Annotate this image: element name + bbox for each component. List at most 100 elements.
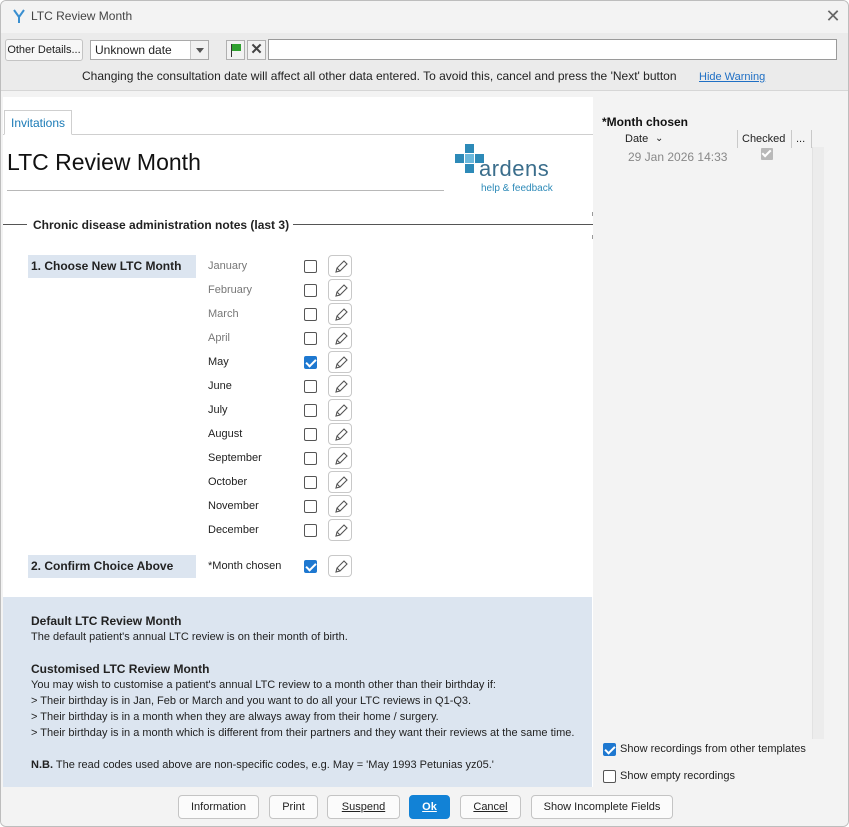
other-details-button[interactable]: Other Details... — [5, 39, 83, 61]
cancel-button[interactable]: Cancel — [460, 795, 521, 819]
month-checkbox[interactable] — [304, 308, 317, 321]
logo-wordmark: ardens — [479, 156, 550, 181]
pencil-icon — [335, 524, 348, 537]
green-flag-icon — [232, 44, 241, 51]
consultation-toolbar: Other Details... Unknown date ✕ Changing… — [1, 33, 848, 91]
show-empty-label[interactable]: Show empty recordings — [620, 770, 735, 782]
month-checkbox[interactable] — [304, 428, 317, 441]
column-header-more[interactable]: ... — [796, 133, 805, 145]
month-edit-button[interactable] — [328, 327, 352, 349]
suspend-button[interactable]: Suspend — [327, 795, 400, 819]
default-text: The default patient's annual LTC review … — [31, 631, 348, 643]
scroll-marker — [592, 212, 593, 216]
column-header-checked[interactable]: Checked — [742, 133, 785, 145]
month-edit-button[interactable] — [328, 351, 352, 373]
custom-intro: You may wish to customise a patient's an… — [31, 679, 496, 691]
pencil-icon — [335, 284, 348, 297]
pencil-icon — [335, 452, 348, 465]
information-button[interactable]: Information — [178, 795, 259, 819]
month-chosen-label: *Month chosen — [208, 560, 282, 572]
dialog-window: LTC Review Month ✕ Other Details... Unkn… — [0, 0, 849, 827]
month-checkbox[interactable] — [304, 524, 317, 537]
month-chosen-checkbox[interactable] — [304, 560, 317, 573]
hide-warning-link[interactable]: Hide Warning — [699, 71, 765, 83]
month-label: January — [208, 260, 248, 272]
month-checkbox[interactable] — [304, 404, 317, 417]
month-edit-button[interactable] — [328, 447, 352, 469]
show-incomplete-fields-button[interactable]: Show Incomplete Fields — [531, 795, 673, 819]
pencil-icon — [335, 308, 348, 321]
month-label: November — [208, 500, 259, 512]
tab-invitations[interactable]: Invitations — [4, 110, 72, 135]
section-title: Chronic disease administration notes (la… — [33, 218, 290, 232]
custom-bullet: > Their birthday is in Jan, Feb or March… — [31, 695, 472, 707]
month-label: July — [208, 404, 228, 416]
recording-checked-indicator — [761, 148, 773, 160]
pencil-icon — [335, 500, 348, 513]
month-label: June — [208, 380, 232, 392]
recordings-scrollbar[interactable] — [812, 147, 824, 739]
show-other-templates-label[interactable]: Show recordings from other templates — [620, 743, 806, 755]
title-bar: LTC Review Month ✕ — [1, 1, 848, 33]
pencil-icon — [335, 428, 348, 441]
month-checkbox[interactable] — [304, 260, 317, 273]
month-edit-button[interactable] — [328, 399, 352, 421]
pencil-icon — [335, 404, 348, 417]
nb-text: The read codes used above are non-specif… — [55, 759, 494, 771]
month-edit-button[interactable] — [328, 375, 352, 397]
custom-bullet: > Their birthday is in a month when they… — [31, 711, 439, 723]
ardens-logo[interactable]: ardens help & feedback — [455, 142, 565, 194]
month-label: March — [208, 308, 239, 320]
month-edit-button[interactable] — [328, 255, 352, 277]
consultation-date-select[interactable]: Unknown date — [90, 40, 209, 60]
flag-button[interactable] — [226, 40, 245, 60]
custom-heading: Customised LTC Review Month — [31, 662, 210, 676]
column-divider — [811, 130, 812, 148]
tab-strip: Invitations — [3, 110, 593, 135]
month-checkbox[interactable] — [304, 284, 317, 297]
print-button[interactable]: Print — [269, 795, 318, 819]
help-feedback-link[interactable]: help & feedback — [481, 183, 553, 194]
month-edit-button[interactable] — [328, 303, 352, 325]
recording-date: 29 Jan 2026 14:33 — [628, 150, 728, 164]
pencil-icon — [335, 380, 348, 393]
month-label: December — [208, 524, 259, 536]
month-edit-button[interactable] — [328, 423, 352, 445]
ok-button[interactable]: Ok — [409, 795, 450, 819]
month-edit-button[interactable] — [328, 519, 352, 541]
section-rule-left — [3, 224, 27, 225]
info-panel: Default LTC Review Month The default pat… — [3, 597, 592, 787]
close-window-button[interactable]: ✕ — [823, 7, 843, 27]
consultation-text-field[interactable] — [268, 39, 837, 60]
step-confirm-choice-label: 2. Confirm Choice Above — [28, 555, 196, 578]
nb-label: N.B. — [31, 759, 53, 771]
custom-bullet: > Their birthday is in a month which is … — [31, 727, 575, 739]
month-checkbox[interactable] — [304, 476, 317, 489]
show-empty-checkbox[interactable] — [603, 770, 616, 783]
month-checkbox[interactable] — [304, 356, 317, 369]
sort-chevron-down-icon[interactable]: ⌄ — [655, 133, 663, 144]
template-form-panel: Invitations LTC Review Month ardens help… — [3, 97, 593, 787]
month-label: May — [208, 356, 229, 368]
month-edit-button[interactable] — [328, 495, 352, 517]
month-checkbox[interactable] — [304, 452, 317, 465]
column-divider — [737, 130, 738, 148]
chevron-down-icon[interactable] — [190, 41, 208, 59]
month-checkbox[interactable] — [304, 332, 317, 345]
month-checkbox[interactable] — [304, 380, 317, 393]
dialog-button-bar: Information Print Suspend Ok Cancel Show… — [1, 787, 848, 826]
month-edit-button[interactable] — [328, 279, 352, 301]
month-checkbox[interactable] — [304, 500, 317, 513]
clear-date-button[interactable]: ✕ — [247, 40, 266, 60]
month-chosen-edit-button[interactable] — [328, 555, 352, 577]
column-header-date[interactable]: Date — [625, 133, 648, 145]
month-edit-button[interactable] — [328, 471, 352, 493]
pencil-icon — [335, 476, 348, 489]
month-label: February — [208, 284, 253, 296]
month-label: October — [208, 476, 248, 488]
pencil-icon — [335, 356, 348, 369]
nb-note: N.B. The read codes used above are non-s… — [31, 759, 494, 771]
show-other-templates-checkbox[interactable] — [603, 743, 616, 756]
month-label: September — [208, 452, 262, 464]
date-select-value: Unknown date — [95, 43, 172, 57]
